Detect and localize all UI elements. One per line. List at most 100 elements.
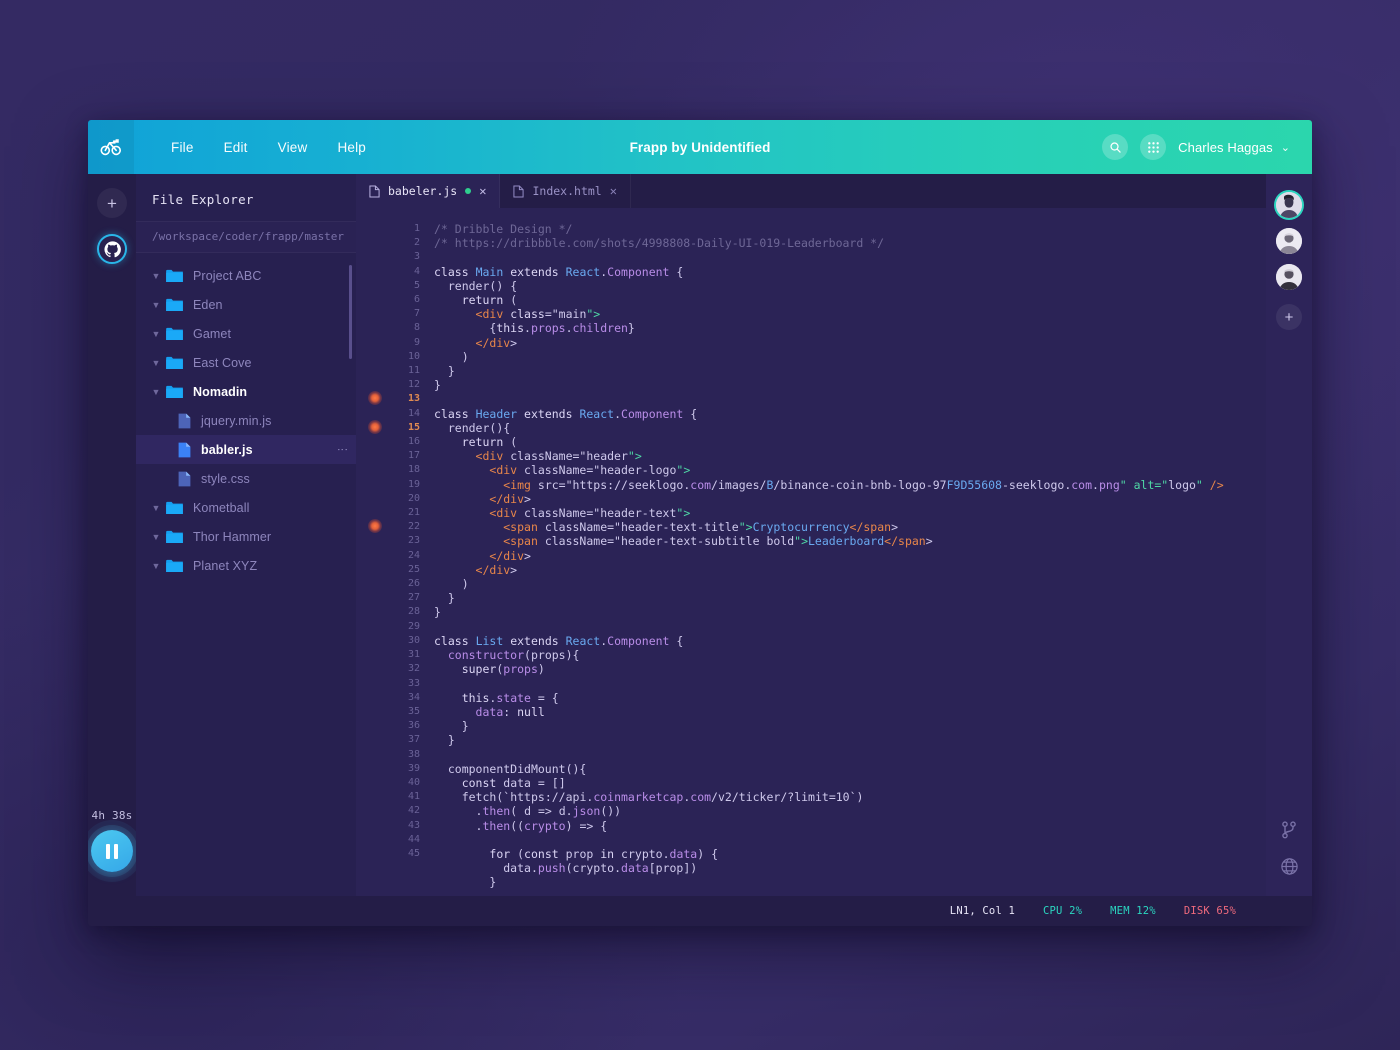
code-line: fetch(`https://api.coinmarketcap.com/v2/…: [461, 790, 864, 805]
line-number: 1: [413, 223, 420, 234]
github-repo-button[interactable]: [97, 234, 127, 264]
chevron-down-icon[interactable]: ▼: [150, 503, 162, 513]
tree-item-east-cove[interactable]: ▼ East Cove: [136, 348, 356, 377]
cursor-position: LN1, Col 1: [949, 905, 1016, 917]
breakpoint-marker[interactable]: [368, 519, 382, 534]
menu-item-help[interactable]: Help: [322, 134, 381, 161]
code-line: .then((crypto) => {: [475, 818, 608, 833]
code-line: data.push(crypto.data[prop]): [503, 861, 698, 876]
add-collaborator-button[interactable]: +: [1276, 304, 1302, 330]
breakpoint-gutter[interactable]: [356, 208, 394, 896]
close-icon[interactable]: ✕: [479, 185, 486, 197]
line-number: 43: [407, 819, 420, 831]
code-line: <span className="header-text-subtitle bo…: [503, 534, 933, 549]
disk-usage: DISK 65%: [1183, 905, 1236, 917]
line-number: 2: [413, 237, 420, 249]
line-number: 15: [407, 421, 420, 433]
chevron-down-icon[interactable]: ▼: [150, 532, 162, 542]
file-options-menu[interactable]: ⋮: [336, 444, 348, 455]
tree-item-style-css[interactable]: style.css: [136, 464, 356, 493]
chevron-down-icon[interactable]: ▼: [150, 387, 162, 397]
close-icon[interactable]: ✕: [610, 185, 617, 197]
folder-icon: [166, 559, 183, 572]
chevron-down-icon[interactable]: ▼: [150, 300, 162, 310]
tree-item-nomadin[interactable]: ▼ Nomadin: [136, 377, 356, 406]
code-line: constructor(props){: [447, 648, 580, 663]
git-branch-icon[interactable]: [1281, 821, 1297, 839]
file-explorer-panel: File Explorer /workspace/coder/frapp/mas…: [136, 174, 356, 896]
add-workspace-button[interactable]: +: [97, 188, 127, 218]
code-line: }: [434, 378, 441, 393]
file-icon: [178, 442, 191, 457]
chevron-down-icon[interactable]: ▼: [150, 329, 162, 339]
chevron-down-icon[interactable]: ▼: [150, 561, 162, 571]
line-number: 9: [413, 336, 420, 348]
code-line: </div>: [489, 491, 531, 506]
code-line: return (: [461, 435, 518, 450]
line-number: 4: [413, 265, 420, 277]
code-line: for (const prop in crypto.data) {: [489, 846, 719, 861]
tree-item-jquery-min-js[interactable]: jquery.min.js: [136, 406, 356, 435]
code-line: }: [434, 605, 441, 620]
line-number: 20: [407, 492, 420, 504]
code-line: /* https://dribbble.com/shots/4998808-Da…: [434, 236, 885, 251]
tree-item-project-abc[interactable]: ▼ Project ABC: [136, 261, 356, 290]
tree-item-label: Nomadin: [193, 384, 248, 399]
code-line: return (: [461, 293, 518, 308]
tree-item-thor-hammer[interactable]: ▼ Thor Hammer: [136, 522, 356, 551]
breakpoint-marker[interactable]: [368, 419, 382, 434]
line-number: 30: [407, 634, 420, 646]
tree-item-label: Gamet: [193, 326, 232, 341]
line-number: 24: [407, 549, 420, 561]
line-number: 3: [413, 251, 420, 263]
code-line: ): [461, 349, 469, 364]
folder-icon: [166, 298, 183, 311]
tree-item-planet-xyz[interactable]: ▼ Planet XYZ: [136, 551, 356, 580]
code-content[interactable]: /* Dribble Design *//* https://dribbble.…: [424, 208, 1266, 896]
line-number: 8: [413, 322, 420, 334]
tree-item-gamet[interactable]: ▼ Gamet: [136, 319, 356, 348]
code-editor[interactable]: 1 2 3 4 5 6 7 8 9 10 11 12 13 14 15 16 17 18 19 20 21 22 23 24 2…: [356, 208, 1266, 896]
menu-item-view[interactable]: View: [263, 134, 323, 161]
code-line: componentDidMount(){: [447, 761, 587, 776]
status-bar: LN1, Col 1 CPU 2% MEM 12% DISK 65%: [88, 896, 1312, 926]
apps-grid-button[interactable]: [1140, 134, 1167, 160]
workspace-path[interactable]: /workspace/coder/frapp/master: [136, 221, 356, 253]
file-tree: ▼ Project ABC ▼ Eden ▼ Gamet ▼ East Cove ▼ Nomadi…: [136, 253, 356, 896]
chevron-down-icon[interactable]: ▼: [150, 271, 162, 281]
search-button[interactable]: [1102, 134, 1129, 160]
tree-item-kometball[interactable]: ▼ Kometball: [136, 493, 356, 522]
code-line: <div className="header-logo">: [489, 463, 691, 478]
tree-item-eden[interactable]: ▼ Eden: [136, 290, 356, 319]
folder-icon: [166, 327, 183, 340]
globe-icon[interactable]: [1280, 857, 1299, 876]
line-number: 40: [407, 776, 420, 788]
user-name-label[interactable]: Charles Haggas: [1178, 140, 1273, 155]
avatar-image: [1276, 192, 1302, 218]
breakpoint-marker[interactable]: [368, 391, 382, 406]
avatar[interactable]: [1276, 192, 1302, 218]
tree-item-label: Project ABC: [193, 268, 262, 283]
tab-babeler-js[interactable]: babeler.js ✕: [356, 174, 501, 208]
avatar[interactable]: [1276, 264, 1302, 290]
avatar[interactable]: [1276, 228, 1302, 254]
tree-item-babler-js[interactable]: babler.js ⋮: [136, 435, 356, 464]
pause-timer-button[interactable]: [91, 830, 133, 872]
chevron-down-icon[interactable]: ⌄: [1281, 141, 1290, 154]
file-icon: [369, 184, 380, 198]
app-logo[interactable]: [88, 120, 134, 174]
right-rail-tools: [1280, 821, 1299, 876]
tree-item-label: style.css: [201, 471, 250, 486]
folder-icon: [166, 385, 183, 398]
code-line: <div className="header-text">: [489, 506, 691, 521]
line-number: 28: [407, 606, 420, 618]
tree-item-label: Planet XYZ: [193, 558, 258, 573]
tab-index-html[interactable]: Index.html ✕: [500, 174, 631, 208]
menu-item-edit[interactable]: Edit: [209, 134, 263, 161]
menu-item-file[interactable]: File: [156, 134, 209, 161]
line-number: 44: [407, 833, 420, 845]
chevron-down-icon[interactable]: ▼: [150, 358, 162, 368]
code-line: }: [447, 591, 455, 606]
